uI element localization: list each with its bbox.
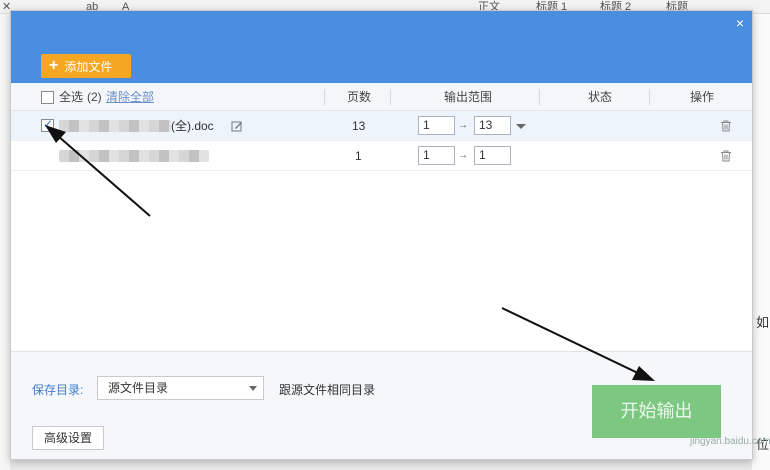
save-directory-label: 保存目录: (32, 383, 84, 397)
range-to-input[interactable]: 13 (474, 116, 511, 135)
add-file-label: 添加文件 (64, 59, 113, 74)
file-list-empty-area (11, 171, 752, 351)
file-name: (全).doc (171, 119, 214, 133)
advanced-settings-button[interactable]: 高级设置 (32, 426, 104, 450)
trash-icon[interactable] (720, 120, 732, 132)
file-count: (2) (87, 90, 102, 104)
select-all-checkbox[interactable] (41, 91, 54, 104)
background-document-left (0, 14, 10, 470)
close-icon[interactable]: × (736, 16, 744, 30)
range-arrow: → (458, 120, 468, 131)
page-count: 1 (355, 149, 362, 163)
column-divider (649, 89, 650, 105)
status-header: 状态 (588, 90, 613, 104)
background-document-right: 如 位 (752, 14, 770, 470)
range-from-input[interactable]: 1 (418, 146, 455, 165)
range-to-input[interactable]: 1 (474, 146, 511, 165)
chevron-down-icon (249, 386, 257, 391)
add-file-button[interactable]: + 添加文件 (41, 54, 131, 78)
table-row[interactable]: 1 1 → 1 (11, 141, 752, 171)
save-directory-select[interactable]: 源文件目录 (97, 376, 264, 400)
column-divider (390, 89, 391, 105)
save-directory-value: 源文件目录 (108, 381, 169, 395)
range-header: 输出范围 (444, 90, 493, 104)
blurred-filename (59, 150, 209, 162)
chevron-down-icon[interactable] (516, 124, 526, 129)
dialog-footer: 保存目录: 源文件目录 跟源文件相同目录 高级设置 开始输出 (11, 351, 752, 459)
action-header: 操作 (690, 90, 715, 104)
trash-icon[interactable] (720, 150, 732, 162)
same-directory-hint: 跟源文件相同目录 (279, 383, 376, 397)
table-row[interactable]: (全).doc 13 1 → 13 (11, 111, 752, 141)
watermark: jingyan.baidu.com (690, 436, 770, 447)
range-from-input[interactable]: 1 (418, 116, 455, 135)
row-checkbox[interactable] (41, 117, 54, 132)
output-dialog: × + 添加文件 全选 (2) 清除全部 页数 输出范围 状态 操作 (全).d… (10, 10, 753, 460)
blurred-filename (59, 120, 171, 132)
page-count: 13 (352, 119, 366, 133)
edit-icon[interactable] (231, 120, 243, 132)
pages-header: 页数 (347, 90, 372, 104)
select-all-label: 全选 (59, 90, 84, 104)
clear-all-link[interactable]: 清除全部 (106, 83, 154, 111)
dialog-header: × + 添加文件 (11, 11, 752, 83)
start-output-button[interactable]: 开始输出 (592, 385, 721, 438)
range-arrow: → (458, 150, 468, 161)
background-text: 如 (756, 315, 770, 330)
column-divider (539, 89, 540, 105)
table-header: 全选 (2) 清除全部 页数 输出范围 状态 操作 (11, 83, 752, 111)
plus-icon: + (49, 57, 59, 74)
column-divider (324, 89, 325, 105)
